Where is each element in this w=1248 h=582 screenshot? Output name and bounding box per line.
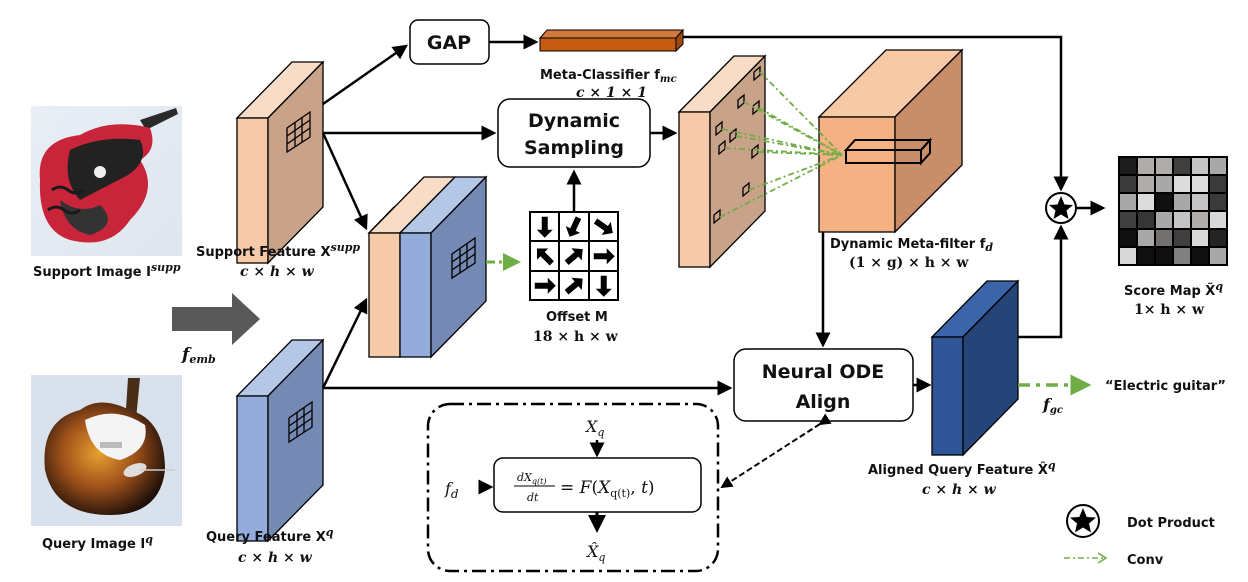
dynamic-sampling-label-1: Dynamic [528, 110, 620, 132]
architecture-diagram: Support Image Isupp Query Image Iq femb … [31, 19, 1228, 573]
support-feature-dim: c × h × w [240, 264, 315, 280]
score-map-cell [1174, 230, 1190, 246]
dynamic-sampling-label-2: Sampling [524, 137, 624, 159]
support-image [31, 106, 182, 256]
score-map-cell [1210, 194, 1226, 210]
meta-filter-dim: (1 × g) × h × w [849, 255, 969, 271]
score-map-cell [1138, 248, 1154, 264]
score-map-label: Score Map X̃q [1124, 280, 1223, 299]
score-map-cell [1138, 194, 1154, 210]
svg-text:= F(Xq(t), t): = F(Xq(t), t) [560, 478, 655, 500]
score-map-cell [1120, 176, 1136, 192]
support-image-label: Support Image Isupp [33, 261, 181, 280]
score-map-cell [1174, 194, 1190, 210]
legend: Dot Product Conv [1064, 504, 1215, 568]
meta-classifier-bar [538, 28, 685, 53]
score-map-cell [1156, 158, 1172, 174]
ode-label-2: Align [796, 391, 851, 413]
gap-label: GAP [427, 32, 471, 54]
svg-text:Dot Product: Dot Product [1127, 516, 1215, 531]
aligned-feature-dim: c × h × w [922, 482, 997, 498]
score-map-cell [1156, 194, 1172, 210]
score-map-cell [1210, 230, 1226, 246]
query-image [31, 375, 182, 526]
class-output-label: “Electric guitar” [1105, 379, 1226, 394]
offset-dim: 18 × h × w [533, 329, 619, 345]
concatenated-feature-block [367, 175, 488, 359]
f-gc-label: fgc [1042, 395, 1063, 416]
score-map-cell [1138, 212, 1154, 228]
ode-detail-link [720, 413, 832, 489]
ode-inset-input: Xq [584, 417, 604, 439]
score-map-cell [1210, 176, 1226, 192]
score-map-cell [1156, 230, 1172, 246]
score-map-cell [1174, 158, 1190, 174]
score-map-cell [1156, 176, 1172, 192]
score-map-cell [1138, 230, 1154, 246]
dot-product-operator [1045, 192, 1077, 224]
score-map-cell [1156, 248, 1172, 264]
offset-grid [529, 211, 619, 301]
score-map-cell [1120, 212, 1136, 228]
aligned-feature-block [930, 279, 1020, 457]
offset-label: Offset M [546, 310, 608, 325]
score-map-dim: 1× h × w [1134, 302, 1205, 318]
meta-filter-label: Dynamic Meta-filter fd [830, 237, 993, 254]
score-map-cell [1138, 158, 1154, 174]
score-map-cell [1120, 194, 1136, 210]
meta-filter-block [817, 48, 964, 234]
score-map-cell [1138, 176, 1154, 192]
f-emb-label: femb [181, 345, 216, 366]
score-map-cell [1192, 194, 1208, 210]
score-map-cell [1192, 230, 1208, 246]
embedding-arrow [172, 293, 260, 345]
query-feature-block [235, 338, 325, 543]
score-map-cell [1120, 230, 1136, 246]
score-map-cell [1192, 212, 1208, 228]
score-map-cell [1156, 212, 1172, 228]
aligned-feature-label: Aligned Query Feature X̂q [868, 459, 1056, 478]
svg-text:dt: dt [527, 491, 539, 504]
score-map-cell [1210, 158, 1226, 174]
score-map-cell [1192, 158, 1208, 174]
legend-conv: Conv [1064, 552, 1164, 568]
support-feature-block [235, 60, 325, 265]
sampled-feature-block [677, 54, 767, 269]
score-map-cell [1174, 176, 1190, 192]
ode-inset-fd: fd [444, 479, 459, 501]
meta-classifier-label: Meta-Classifier fmc [540, 68, 677, 85]
ode-inset-output: X̂q [585, 542, 605, 564]
score-map-cell [1120, 248, 1136, 264]
score-map-cell [1174, 248, 1190, 264]
score-map-cell [1210, 212, 1226, 228]
score-map-cell [1174, 212, 1190, 228]
score-map-cell [1192, 176, 1208, 192]
score-map-cell [1192, 248, 1208, 264]
legend-dot-product: Dot Product [1066, 504, 1215, 538]
svg-text:Conv: Conv [1127, 553, 1164, 568]
ode-label-1: Neural ODE [762, 361, 885, 383]
score-map-cell [1120, 158, 1136, 174]
score-map [1118, 156, 1228, 266]
query-feature-dim: c × h × w [238, 550, 313, 566]
score-map-cell [1210, 248, 1226, 264]
query-image-label: Query Image Iq [42, 533, 153, 552]
